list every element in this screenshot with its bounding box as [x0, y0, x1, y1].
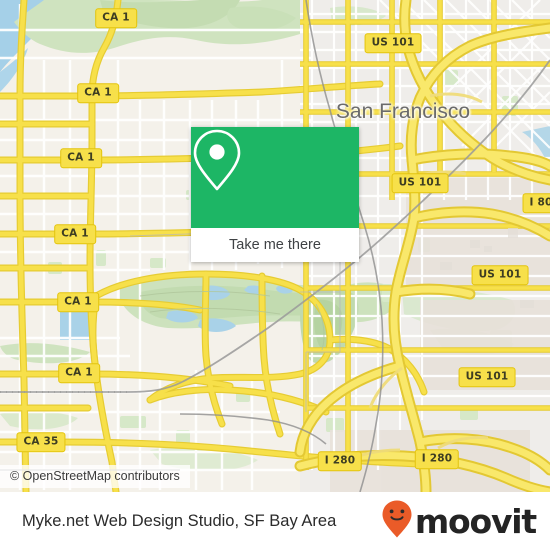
- city-label-san-francisco: San Francisco: [335, 100, 471, 123]
- highway-shield[interactable]: CA 1: [95, 8, 137, 28]
- highway-shield[interactable]: CA 1: [77, 83, 119, 103]
- take-me-there-button[interactable]: Take me there: [191, 228, 359, 262]
- highway-shield[interactable]: I 280: [317, 451, 363, 471]
- map-canvas[interactable]: CA 1 CA 1 CA 1 CA 1 CA 1 CA 1 CA 35 US 1…: [0, 0, 550, 492]
- highway-shield[interactable]: CA 35: [16, 432, 66, 452]
- map-screenshot: CA 1 CA 1 CA 1 CA 1 CA 1 CA 1 CA 35 US 1…: [0, 0, 550, 550]
- footer-bar: Myke.net Web Design Studio, SF Bay Area …: [0, 492, 550, 550]
- highway-shield[interactable]: US 101: [391, 173, 449, 193]
- highway-shield[interactable]: I 280: [414, 449, 460, 469]
- highway-shield[interactable]: US 101: [364, 33, 422, 53]
- highway-shield[interactable]: CA 1: [58, 363, 100, 383]
- highway-shield[interactable]: US 101: [458, 367, 516, 387]
- osm-attribution[interactable]: © OpenStreetMap contributors: [0, 465, 190, 488]
- highway-shield[interactable]: US 101: [471, 265, 529, 285]
- location-popup-card[interactable]: Take me there: [191, 127, 359, 262]
- highway-shield[interactable]: I 80: [522, 193, 550, 213]
- take-me-there-label: Take me there: [229, 237, 321, 253]
- highway-shield[interactable]: CA 1: [57, 292, 99, 312]
- place-title: Myke.net Web Design Studio, SF Bay Area: [22, 511, 337, 530]
- moovit-logo[interactable]: moovit: [381, 499, 537, 544]
- moovit-smiley-pin-icon: [381, 499, 413, 544]
- highway-shield[interactable]: CA 1: [60, 148, 102, 168]
- popup-header: [191, 127, 359, 228]
- moovit-wordmark: moovit: [414, 501, 537, 541]
- highway-shield[interactable]: CA 1: [54, 224, 96, 244]
